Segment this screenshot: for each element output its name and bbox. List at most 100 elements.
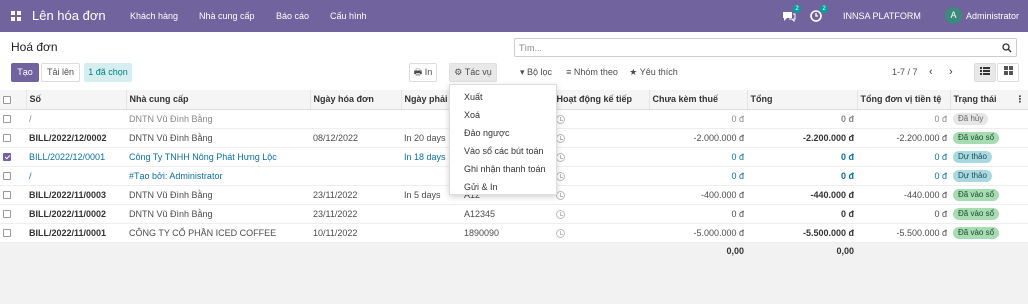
- cell-total: 0 đ: [747, 109, 857, 129]
- cell-number: BILL/2022/12/0002: [26, 128, 126, 148]
- group-by-label: Nhóm theo: [573, 67, 618, 77]
- clock-icon[interactable]: [556, 190, 565, 200]
- next-page-icon[interactable]: ›: [949, 66, 953, 78]
- row-checkbox[interactable]: [3, 134, 11, 143]
- cell-total: 0 đ: [747, 204, 857, 224]
- print-icon: 🖶: [413, 67, 423, 77]
- column-next-activity[interactable]: Hoạt động kế tiếp: [553, 90, 650, 110]
- clock-icon[interactable]: [556, 209, 565, 219]
- search-icon[interactable]: [1002, 43, 1012, 53]
- row-checkbox[interactable]: [3, 153, 11, 162]
- cell-next-activity[interactable]: [553, 185, 649, 205]
- status-badge: Đã vào sổ: [953, 226, 1000, 239]
- status-badge: Đã vào sổ: [953, 188, 1000, 201]
- selected-count[interactable]: 1 đã chọn: [84, 63, 132, 82]
- row-select-cell[interactable]: [0, 166, 26, 186]
- cell-total: -5.500.000 đ: [747, 223, 857, 243]
- previous-page-icon[interactable]: ‹: [929, 66, 933, 78]
- app-title[interactable]: Lên hóa đơn: [32, 8, 106, 23]
- cell-untaxed: 0 đ: [649, 166, 747, 186]
- row-checkbox[interactable]: [3, 191, 11, 200]
- row-checkbox[interactable]: [3, 115, 11, 124]
- cell-next-activity[interactable]: [553, 109, 649, 129]
- cell-total-currency: -440.000 đ: [857, 185, 950, 205]
- optional-columns-icon[interactable]: ⋮: [1016, 94, 1025, 105]
- action-send-print[interactable]: Gửi & In: [464, 182, 498, 192]
- row-select-cell[interactable]: [0, 128, 26, 148]
- chat-icon[interactable]: 2: [782, 5, 801, 23]
- row-select-cell[interactable]: [0, 204, 26, 224]
- apps-menu-icon[interactable]: [11, 11, 21, 21]
- cell-number: /: [26, 109, 126, 129]
- action-post-entries[interactable]: Vào sổ các bút toán: [464, 146, 544, 156]
- footer-untaxed-sum: 0,00: [649, 242, 747, 260]
- column-status[interactable]: Trạng thái ⋮: [950, 90, 1028, 110]
- cell-next-activity[interactable]: [553, 128, 649, 148]
- select-all-checkbox[interactable]: [3, 95, 11, 104]
- cell-status: Đã hủy: [950, 109, 1028, 129]
- action-reverse[interactable]: Đảo ngược: [464, 128, 509, 138]
- column-number[interactable]: Số: [26, 90, 127, 110]
- clock-icon[interactable]: [556, 171, 565, 181]
- company-switcher[interactable]: INNSA PLATFORM: [843, 11, 921, 21]
- row-select-cell[interactable]: [0, 185, 26, 205]
- activity-icon[interactable]: 2: [809, 5, 828, 23]
- footer-total-sum: 0,00: [747, 242, 857, 260]
- filter-icon: ▾: [519, 67, 525, 77]
- select-all-cell[interactable]: [0, 90, 27, 110]
- list-view-button[interactable]: [974, 63, 996, 82]
- action-delete[interactable]: Xoá: [464, 110, 480, 120]
- row-select-cell[interactable]: [0, 223, 26, 243]
- cell-status: Dự thảo: [950, 166, 1028, 186]
- cell-untaxed: 0 đ: [649, 204, 747, 224]
- column-total[interactable]: Tổng: [747, 90, 858, 110]
- cell-bill-date: [310, 147, 401, 167]
- search-input[interactable]: Tìm...: [514, 38, 1017, 57]
- row-checkbox[interactable]: [3, 172, 11, 181]
- column-vendor[interactable]: Nhà cung cấp: [126, 90, 311, 110]
- favorites-button[interactable]: ★ Yêu thích: [626, 63, 681, 82]
- table-row[interactable]: BILL/2022/11/0002 DNTN Vũ Đình Bằng 23/11/…: [0, 204, 1028, 224]
- action-button[interactable]: ⚙ Tác vụ: [449, 63, 497, 82]
- group-by-button[interactable]: ≡ Nhóm theo: [562, 63, 622, 82]
- column-bill-date[interactable]: Ngày hóa đơn: [310, 90, 402, 110]
- create-button[interactable]: Tạo: [11, 63, 39, 82]
- menu-reporting[interactable]: Báo cáo: [276, 11, 309, 21]
- status-badge: Đã vào sổ: [953, 207, 1000, 220]
- print-label: In: [424, 67, 433, 77]
- row-select-cell[interactable]: [0, 109, 26, 129]
- clock-icon[interactable]: [556, 228, 565, 238]
- cell-number: BILL/2022/11/0002: [26, 204, 126, 224]
- row-select-cell[interactable]: [0, 147, 26, 167]
- cell-untaxed: -5.000.000 đ: [649, 223, 747, 243]
- row-checkbox[interactable]: [3, 229, 11, 238]
- column-total-currency[interactable]: Tổng đơn vị tiền tệ: [857, 90, 951, 110]
- user-menu[interactable]: Administrator: [966, 11, 1019, 21]
- action-register-payment[interactable]: Ghi nhận thanh toán: [464, 164, 546, 174]
- upload-button[interactable]: Tải lên: [41, 63, 80, 82]
- cell-next-activity[interactable]: [553, 147, 649, 167]
- cell-total: -2.200.000 đ: [747, 128, 857, 148]
- table-row[interactable]: BILL/2022/11/0001 CÔNG TY CỔ PHẦN ICED CO…: [0, 223, 1028, 243]
- menu-customers[interactable]: Khách hàng: [130, 11, 178, 21]
- row-checkbox[interactable]: [3, 210, 11, 219]
- clock-icon[interactable]: [556, 133, 565, 143]
- cell-next-activity[interactable]: [553, 166, 649, 186]
- cell-vendor: #Tạo bởi: Administrator: [126, 166, 310, 186]
- pager-value[interactable]: 1-7 / 7: [892, 67, 918, 77]
- cell-total: 0 đ: [747, 147, 857, 167]
- cell-next-activity[interactable]: [553, 223, 649, 243]
- clock-icon[interactable]: [556, 152, 565, 162]
- menu-vendors[interactable]: Nhà cung cấp: [199, 11, 255, 21]
- clock-icon[interactable]: [556, 114, 565, 124]
- status-badge: Dự thảo: [953, 169, 992, 182]
- cell-bill-date: [310, 109, 401, 129]
- avatar[interactable]: A: [945, 7, 962, 24]
- print-button[interactable]: 🖶 In: [409, 63, 437, 82]
- action-export[interactable]: Xuất: [464, 92, 483, 102]
- kanban-view-button[interactable]: [997, 63, 1019, 82]
- column-untaxed[interactable]: Chưa kèm thuế: [649, 90, 748, 110]
- menu-configuration[interactable]: Cấu hình: [330, 11, 367, 21]
- filters-button[interactable]: ▾ Bộ lọc: [515, 63, 557, 82]
- cell-next-activity[interactable]: [553, 204, 649, 224]
